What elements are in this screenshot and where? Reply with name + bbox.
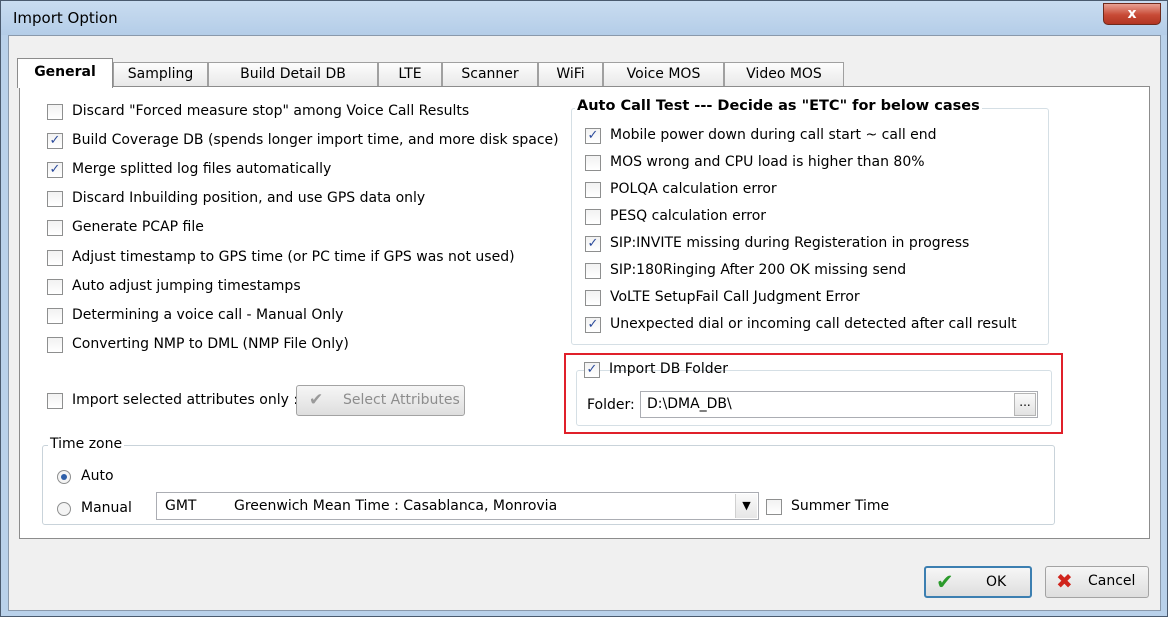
- auto-call-test-title: Auto Call Test --- Decide as "ETC" for b…: [575, 98, 982, 114]
- zone-name: Greenwich Mean Time : Casablanca, Monrov…: [234, 498, 558, 514]
- option-label: Discard Inbuilding position, and use GPS…: [72, 190, 426, 206]
- folder-field[interactable]: D:\DMA_DB\ ...: [640, 391, 1038, 418]
- checkbox[interactable]: [47, 279, 63, 295]
- radio-manual[interactable]: [57, 502, 71, 516]
- checkbox[interactable]: [47, 337, 63, 353]
- tab-scanner[interactable]: Scanner: [442, 62, 538, 87]
- ellipsis-icon: ...: [1019, 395, 1031, 409]
- option-label: Generate PCAP file: [72, 219, 204, 235]
- option-label: Unexpected dial or incoming call detecte…: [610, 316, 1017, 332]
- tab-label: Sampling: [127, 66, 194, 82]
- option-label: SIP:INVITE missing during Registeration …: [610, 235, 970, 251]
- tab-general[interactable]: General: [17, 58, 113, 88]
- button-label: OK: [986, 574, 1007, 590]
- title-bar[interactable]: Import Option x: [1, 1, 1167, 35]
- browse-folder-button[interactable]: ...: [1014, 393, 1036, 416]
- checkbox[interactable]: ✓: [47, 133, 63, 149]
- option-label: Determining a voice call - Manual Only: [72, 307, 344, 323]
- select-attributes-button[interactable]: ✔ Select Attributes: [296, 385, 465, 416]
- general-tab-panel: Discard "Forced measure stop" among Voic…: [19, 86, 1150, 539]
- checkbox[interactable]: [47, 393, 63, 409]
- import-option-window: Import Option x General Sampling Build D…: [0, 0, 1168, 617]
- checkbox[interactable]: [47, 250, 63, 266]
- option-label: SIP:180Ringing After 200 OK missing send: [610, 262, 907, 278]
- checkbox[interactable]: [585, 155, 601, 171]
- checkbox[interactable]: ✓: [585, 128, 601, 144]
- import-db-folder-checkbox[interactable]: ✓ Import DB Folder: [584, 360, 728, 380]
- checkbox[interactable]: ✓: [47, 162, 63, 178]
- checkbox[interactable]: [585, 263, 601, 279]
- option-label: Auto adjust jumping timestamps: [72, 278, 301, 294]
- radio-label: Manual: [81, 500, 132, 516]
- checkbox[interactable]: [585, 182, 601, 198]
- close-button[interactable]: x: [1103, 3, 1161, 25]
- checkbox[interactable]: ✓: [585, 236, 601, 252]
- tab-label: LTE: [398, 66, 422, 82]
- checkbox[interactable]: [47, 191, 63, 207]
- checkmark-icon: ✔: [309, 390, 324, 410]
- radio-auto[interactable]: [57, 470, 71, 484]
- chevron-down-icon[interactable]: ▼: [735, 494, 757, 518]
- radio-label: Auto: [81, 468, 114, 484]
- tab-wifi[interactable]: WiFi: [538, 62, 603, 87]
- tab-label: Voice MOS: [626, 66, 701, 82]
- tab-label: WiFi: [556, 66, 585, 82]
- option-label: Converting NMP to DML (NMP File Only): [72, 336, 349, 352]
- option-label: PESQ calculation error: [610, 208, 767, 224]
- cross-icon: ✖: [1056, 569, 1073, 593]
- checkbox[interactable]: [47, 220, 63, 236]
- option-label: Summer Time: [791, 498, 890, 514]
- option-label: Build Coverage DB (spends longer import …: [72, 132, 559, 148]
- option-label: VoLTE SetupFail Call Judgment Error: [610, 289, 860, 305]
- checkbox[interactable]: ✓: [584, 362, 600, 378]
- zone-code: GMT: [165, 498, 197, 514]
- tab-build-detail-db[interactable]: Build Detail DB: [208, 62, 378, 87]
- option-label: MOS wrong and CPU load is higher than 80…: [610, 154, 925, 170]
- close-icon: x: [1127, 6, 1137, 22]
- tab-video-mos[interactable]: Video MOS: [724, 62, 844, 87]
- option-label: Discard "Forced measure stop" among Voic…: [72, 103, 470, 119]
- checkbox[interactable]: [585, 209, 601, 225]
- tab-label: Scanner: [461, 66, 519, 82]
- tab-lte[interactable]: LTE: [378, 62, 442, 87]
- checkbox[interactable]: [47, 104, 63, 120]
- tab-label: Build Detail DB: [240, 66, 346, 82]
- checkbox[interactable]: ✓: [585, 317, 601, 333]
- checkmark-icon: ✔: [936, 570, 954, 594]
- option-label: Import DB Folder: [609, 361, 729, 377]
- cancel-button[interactable]: ✖ Cancel: [1045, 566, 1149, 598]
- checkbox[interactable]: [585, 290, 601, 306]
- timezone-dropdown[interactable]: GMT Greenwich Mean Time : Casablanca, Mo…: [156, 492, 759, 520]
- folder-label: Folder:: [587, 397, 635, 413]
- option-label: POLQA calculation error: [610, 181, 777, 197]
- option-label: Mobile power down during call start ~ ca…: [610, 127, 937, 143]
- checkbox[interactable]: [766, 499, 782, 515]
- auto-call-test-group: [571, 108, 1049, 345]
- option-label: Import selected attributes only :: [72, 392, 299, 408]
- button-label: Cancel: [1088, 573, 1136, 589]
- checkbox[interactable]: [47, 308, 63, 324]
- tab-label: Video MOS: [746, 66, 822, 82]
- window-title: Import Option: [13, 9, 118, 27]
- tab-sampling[interactable]: Sampling: [113, 62, 208, 87]
- folder-value: D:\DMA_DB\: [647, 396, 732, 412]
- option-label: Merge splitted log files automatically: [72, 161, 332, 177]
- tab-voice-mos[interactable]: Voice MOS: [603, 62, 724, 87]
- option-label: Adjust timestamp to GPS time (or PC time…: [72, 249, 515, 265]
- ok-button[interactable]: ✔ OK: [924, 566, 1032, 598]
- tab-label: General: [34, 64, 96, 80]
- time-zone-title: Time zone: [48, 436, 125, 452]
- dialog-client: General Sampling Build Detail DB LTE Sca…: [8, 35, 1161, 611]
- button-label: Select Attributes: [343, 392, 460, 408]
